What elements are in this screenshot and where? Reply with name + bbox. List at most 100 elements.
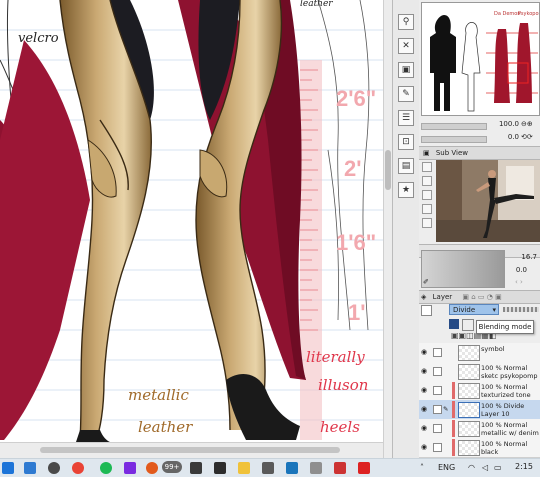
subview-clear-icon[interactable] [422,204,432,214]
svg-text:Psykopomp: Psykopomp [518,11,539,17]
blend-mode-dropdown[interactable]: Divide ▾ [449,304,499,315]
layer-label: 100 % Normalmetallic w/ denim tex [481,421,539,437]
velcro-note: velcro [18,31,59,46]
command-bar: ⚲ ✕ ▣ ✎ ☰ ⊡ ▤ ★ [392,0,420,458]
start-icon[interactable] [2,462,14,474]
search-icon[interactable]: ⚲ [398,14,414,30]
layer-row-selected[interactable]: ◉ ✎ 100 % Divide Layer 10 [419,400,540,420]
layer-row[interactable]: ◉ 100 % Normal texturized tone [419,381,540,401]
zoom-buttons[interactable]: ⊖⊕ [521,120,533,128]
tray-chevron-icon[interactable]: ˄ [420,463,424,472]
lock-transparency-checkbox[interactable] [421,305,432,316]
layer-lock-checkbox[interactable] [433,348,442,357]
clip-studio-icon[interactable] [358,462,370,474]
zoom-value: 100.0 [498,120,519,128]
layer-row[interactable]: ◉ 100 % Normalmetallic w/ denim tex [419,419,540,439]
subview-prev-icon[interactable] [422,176,432,186]
volume-icon[interactable]: ◁ [482,463,488,472]
scroll-thumb[interactable] [385,150,391,190]
crop-icon[interactable]: ⊡ [398,134,414,150]
layer-thumbnail [458,421,480,437]
media-icon[interactable] [146,462,158,474]
battery-icon[interactable]: ▭ [494,463,502,472]
subview-header: ▣ Sub View [419,146,540,160]
app-icon[interactable] [286,462,298,474]
spotify-icon[interactable] [100,462,112,474]
subview-import-icon[interactable] [422,162,432,172]
word-icon[interactable] [24,462,36,474]
layer-label: 100 % Divide Layer 10 [481,402,539,418]
subview-title: Sub View [435,149,469,157]
eye-icon[interactable]: ◉ [421,424,430,432]
layers-icon[interactable]: ☰ [398,110,414,126]
layer-lock-checkbox[interactable] [433,424,442,433]
zoom-slider[interactable] [421,123,487,130]
app-icon[interactable] [262,462,274,474]
layer-tab-icons[interactable]: ▣ ⌂ ▭ ◔ ▣ [462,293,501,301]
blend-mode-tooltip: Blending mode [476,320,534,334]
layer-lock-checkbox[interactable] [433,386,442,395]
image-icon[interactable]: ▤ [398,158,414,174]
opacity-slider[interactable] [503,307,539,312]
left-heel [76,430,110,442]
eye-icon[interactable]: ◉ [421,405,430,413]
subview-next-icon[interactable] [422,190,432,200]
layer-line1: 100 % Normal [481,383,528,391]
app-icon[interactable] [190,462,202,474]
subview-eyedropper-icon[interactable] [422,218,432,228]
clear-icon[interactable]: ✕ [398,38,414,54]
ruler-label-26: 2'6" [336,86,376,111]
wifi-icon[interactable]: ◠ [468,463,475,472]
layer-color-flag [452,382,455,399]
app-icon[interactable] [214,462,226,474]
rotate-buttons[interactable]: ⟲⟳ [521,133,533,141]
layer-line1: 100 % Normal [481,364,528,372]
layer-label: symbol [481,345,539,353]
language-indicator[interactable]: ENG [438,463,455,472]
layer-lock-checkbox[interactable] [433,367,442,376]
canvas-horizontal-scrollbar[interactable] [0,442,383,459]
layer-panel-icon: ◈ [421,293,427,301]
clip-layer-icon[interactable] [449,319,459,329]
drawing-canvas[interactable]: velcro metallic leather literally illuso… [0,0,383,458]
eye-icon[interactable]: ◉ [421,348,430,356]
chrome-icon[interactable] [72,462,84,474]
arrows-icon[interactable]: ‹ › [515,278,523,286]
subview-image[interactable] [436,160,540,242]
layer-label: 100 % Normal texturized tone [481,383,539,399]
layer-row[interactable]: ◉ 100 % Normal black [419,438,540,458]
layer-row[interactable]: ◉ symbol [419,343,540,363]
eye-icon[interactable]: ◉ [421,367,430,375]
illusion-note: illuson [318,376,368,394]
app-icon[interactable] [310,462,322,474]
eyedropper-icon[interactable]: ✐ [423,278,429,286]
eye-icon[interactable]: ◉ [421,443,430,451]
eyedropper-row: ✐ ‹ › [419,277,540,289]
star-icon[interactable]: ★ [398,182,414,198]
navigator-thumbnail[interactable]: Da Demon Psykopomp [421,2,540,116]
layer-lock-checkbox[interactable] [433,443,442,452]
clock[interactable]: 2:15 [515,462,533,471]
layer-line2: black [481,448,499,456]
eye-icon[interactable]: ◉ [421,386,430,394]
app-icon[interactable] [124,462,136,474]
layer-lock-checkbox[interactable] [433,405,442,414]
layer-row[interactable]: ◉ 100 % Normal sketc psykopomp [419,362,540,382]
layer-list: ◉ symbol ◉ 100 % Normal sketc psykopomp ◉… [419,343,540,458]
blend-row: Divide ▾ [419,303,540,317]
reference-layer-icon[interactable] [462,319,474,331]
layer-panel-title[interactable]: Layer [433,293,453,301]
layer-color-flag [452,439,455,456]
rotate-slider[interactable] [421,136,487,143]
hscroll-thumb[interactable] [40,447,340,453]
layer-label: 100 % Normal black [481,440,539,456]
search-icon[interactable] [48,462,60,474]
subview-icon: ▣ [423,149,430,157]
app-icon[interactable] [334,462,346,474]
edit-icon[interactable]: ✎ [398,86,414,102]
layer-thumbnail [458,345,480,361]
folder-icon[interactable] [238,462,250,474]
leather-note: leather [138,418,193,436]
paste-icon[interactable]: ▣ [398,62,414,78]
notification-badge: 99+ [162,461,182,473]
